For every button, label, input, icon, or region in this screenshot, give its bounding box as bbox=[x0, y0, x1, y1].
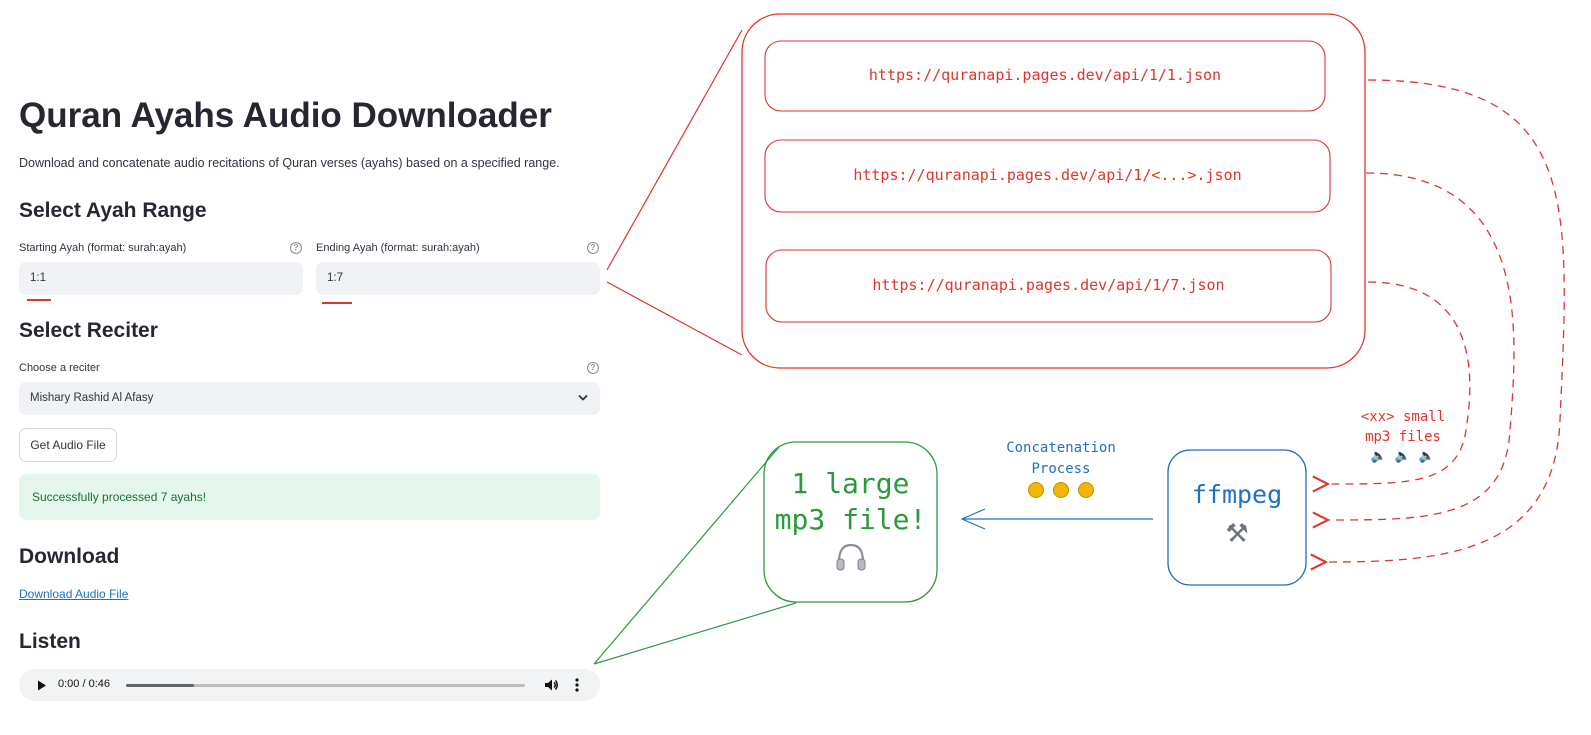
result-callout-bottom bbox=[593, 602, 797, 665]
headphones-icon bbox=[764, 542, 937, 577]
concat-label: Concatenation Process bbox=[986, 438, 1136, 480]
url-text-1: https://quranapi.pages.dev/api/1/1.json bbox=[868, 66, 1222, 84]
result-line2: mp3 file! bbox=[774, 503, 927, 536]
concat-line2: Process bbox=[1031, 461, 1091, 477]
result-label: 1 large mp3 file! bbox=[764, 466, 937, 538]
url-text-3: https://quranapi.pages.dev/api/1/7.json bbox=[872, 276, 1225, 294]
dashed-arrow-1 bbox=[1326, 79, 1565, 562]
small-files-label: <xx> small mp3 files 🔈 🔈 🔈 bbox=[1340, 407, 1466, 467]
small-files-line1: <xx> small bbox=[1360, 409, 1446, 425]
url-text-2: https://quranapi.pages.dev/api/1/<...>.j… bbox=[853, 166, 1242, 184]
handshake-icon bbox=[986, 481, 1136, 504]
result-line1: 1 large bbox=[791, 467, 910, 500]
callout-line-bottom bbox=[606, 281, 743, 356]
speaker-icon: 🔈 🔈 🔈 bbox=[1370, 449, 1436, 464]
architecture-diagram bbox=[593, 13, 1565, 665]
concat-line1: Concatenation bbox=[1006, 440, 1116, 456]
hammer-wrench-icon: ⚒ bbox=[1225, 518, 1249, 548]
ffmpeg-label: ffmpeg bbox=[1191, 480, 1283, 509]
result-callout-top bbox=[593, 446, 780, 665]
callout-line-top bbox=[606, 29, 743, 271]
small-files-line2: mp3 files bbox=[1365, 429, 1441, 445]
dashed-arrow-2 bbox=[1328, 172, 1515, 520]
